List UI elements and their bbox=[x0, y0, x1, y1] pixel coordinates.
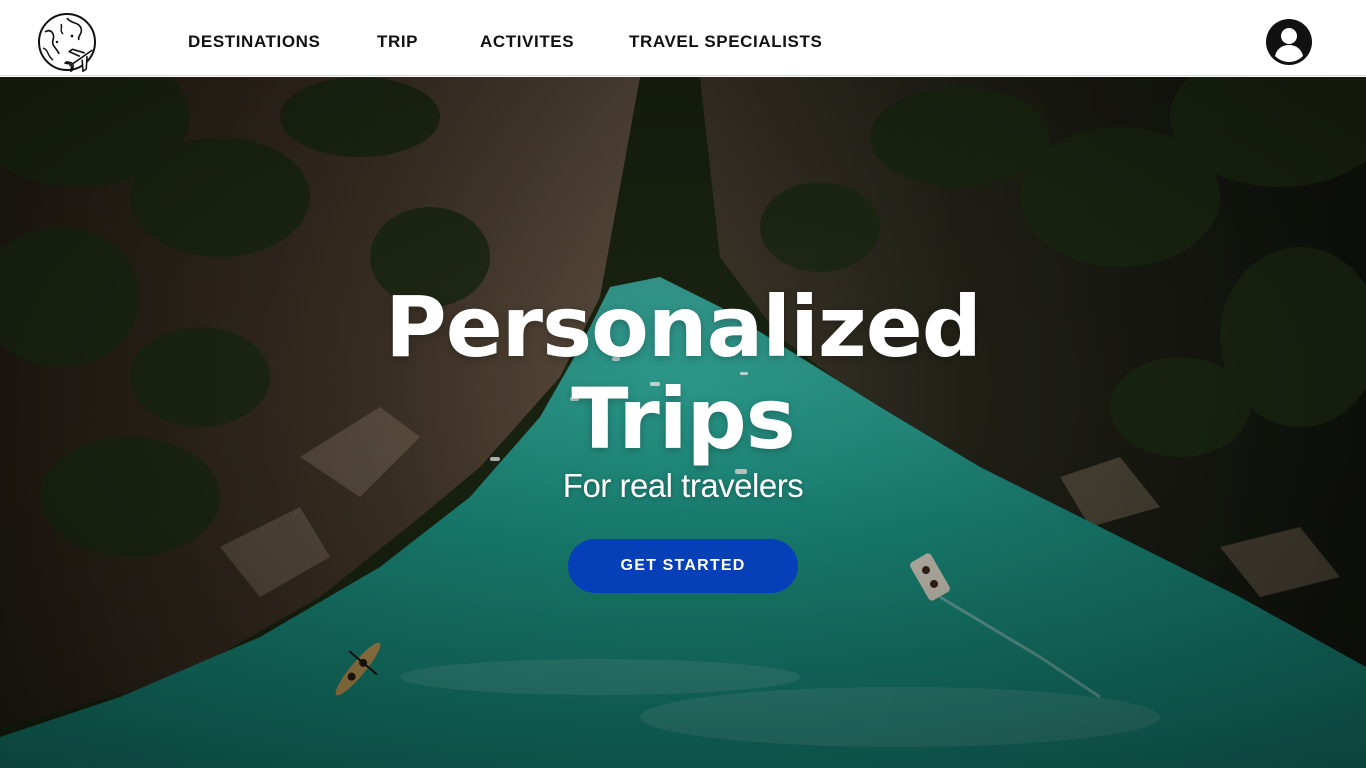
hero-section: Personalized Trips For real travelers GE… bbox=[0, 77, 1366, 768]
user-account-icon[interactable] bbox=[1265, 18, 1313, 66]
hero-title-line-2: Trips bbox=[571, 370, 795, 468]
hero-title-line-1: Personalized bbox=[385, 278, 982, 376]
get-started-button[interactable]: GET STARTED bbox=[568, 539, 798, 593]
nav-destinations[interactable]: DESTINATIONS bbox=[188, 32, 321, 52]
nav-travel-specialists[interactable]: TRAVEL SPECIALISTS bbox=[629, 32, 822, 52]
hero-subtitle: For real travelers bbox=[562, 467, 804, 504]
site-header: DESTINATIONS TRIP ACTIVITES TRAVEL SPECI… bbox=[0, 0, 1366, 76]
nav-trip[interactable]: TRIP bbox=[377, 32, 418, 52]
globe-airplane-logo-icon[interactable] bbox=[37, 12, 99, 74]
nav-activites[interactable]: ACTIVITES bbox=[480, 32, 574, 52]
